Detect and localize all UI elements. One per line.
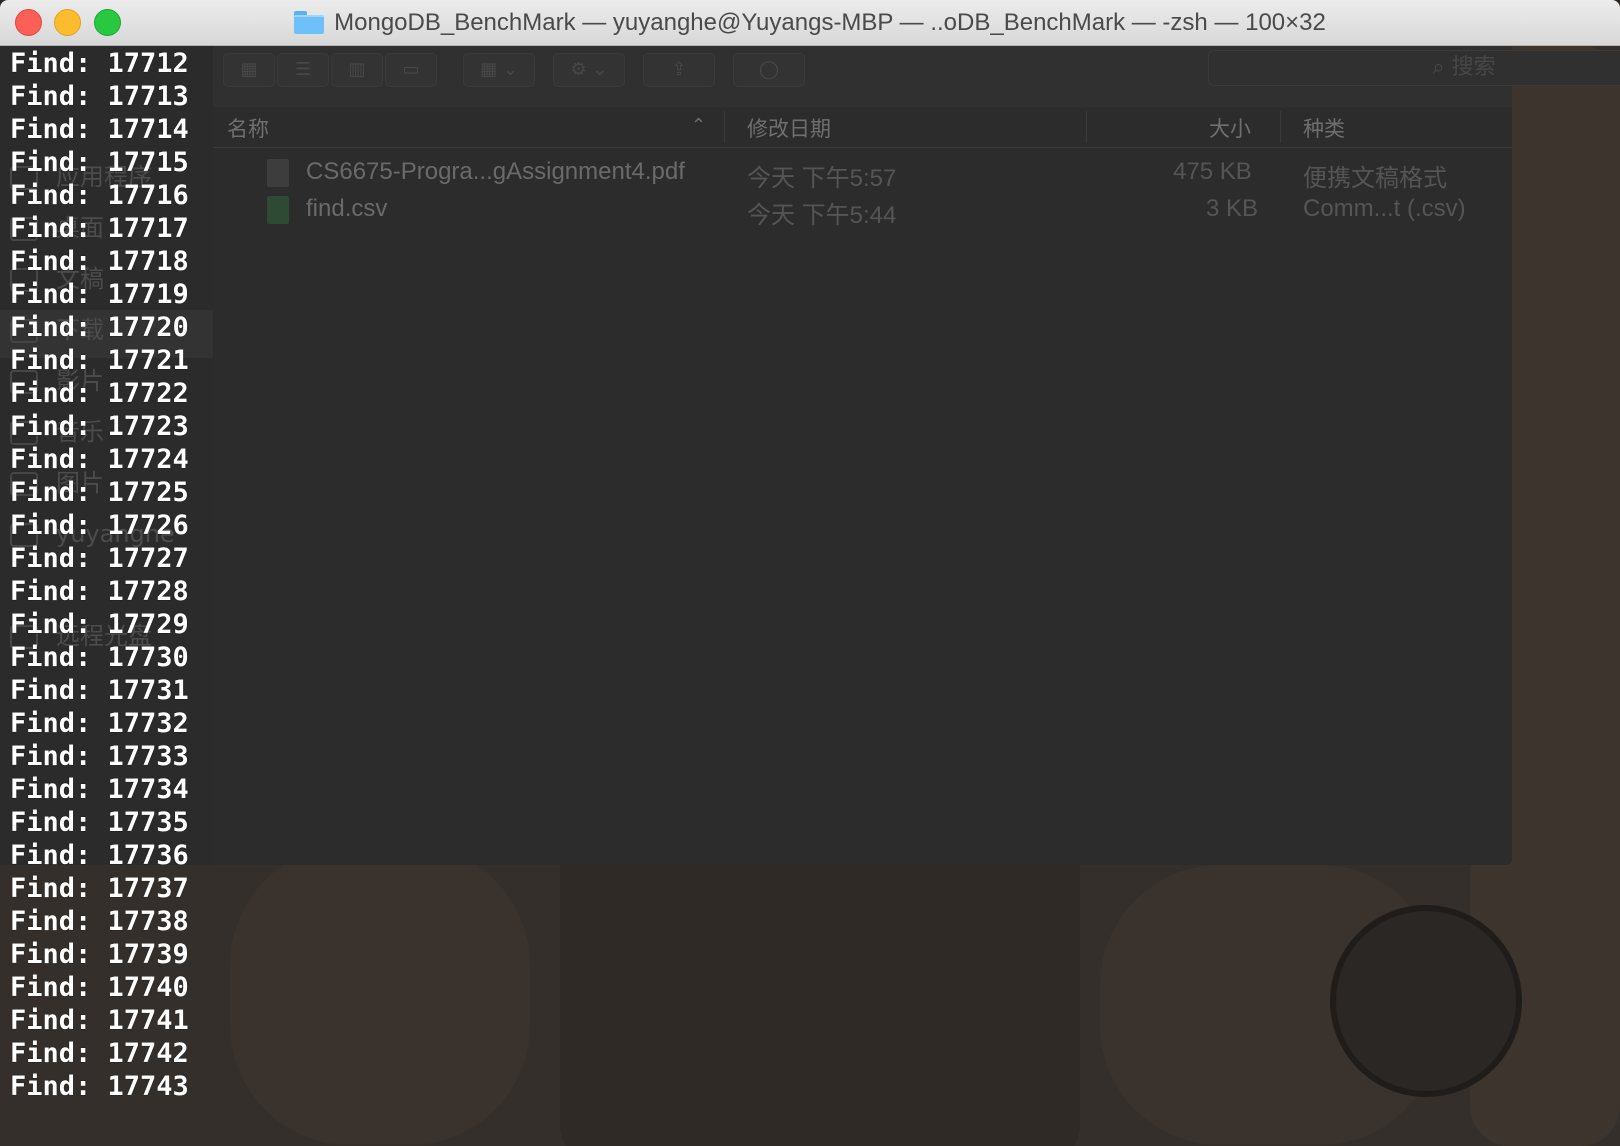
folder-icon [294,11,325,34]
terminal-line: Find: 17728 [10,576,189,607]
terminal-line: Find: 17721 [10,345,189,376]
terminal-line: Find: 17727 [10,543,189,574]
terminal-line: Find: 17723 [10,411,189,442]
terminal-line: Find: 17735 [10,807,189,838]
terminal-line: Find: 17732 [10,708,189,739]
terminal-line: Find: 17737 [10,873,189,904]
terminal-line: Find: 17742 [10,1038,189,1069]
terminal-line: Find: 17740 [10,972,189,1003]
terminal-line: Find: 17731 [10,675,189,706]
terminal-line: Find: 17717 [10,213,189,244]
title-bar[interactable]: MongoDB_BenchMark — yuyanghe@Yuyangs-MBP… [0,0,1620,46]
terminal-line: Find: 17722 [10,378,189,409]
terminal-line: Find: 17725 [10,477,189,508]
terminal-line: Find: 17734 [10,774,189,805]
terminal-line: Find: 17730 [10,642,189,673]
terminal-line: Find: 17713 [10,81,189,112]
title-area: MongoDB_BenchMark — yuyanghe@Yuyangs-MBP… [0,0,1620,45]
terminal-line: Find: 17741 [10,1005,189,1036]
terminal-line: Find: 17739 [10,939,189,970]
terminal-line: Find: 17736 [10,840,189,871]
terminal-line: Find: 17743 [10,1071,189,1102]
terminal-line: Find: 17726 [10,510,189,541]
terminal-output[interactable]: Find: 17712 Find: 17713 Find: 17714 Find: 1… [0,45,1620,1146]
terminal-line: Find: 17738 [10,906,189,937]
terminal-line: Find: 17714 [10,114,189,145]
terminal-line: Find: 17720 [10,312,189,343]
terminal-line: Find: 17724 [10,444,189,475]
terminal-line: Find: 17719 [10,279,189,310]
window-title: MongoDB_BenchMark — yuyanghe@Yuyangs-MBP… [334,8,1326,36]
terminal-line: Find: 17712 [10,48,189,79]
terminal-line: Find: 17729 [10,609,189,640]
terminal-line: Find: 17733 [10,741,189,772]
terminal-line: Find: 17716 [10,180,189,211]
terminal-line: Find: 17715 [10,147,189,178]
terminal-window: 应用程序 桌面 文稿 下载 影片 音乐 图片 yuyanghe 远程光盘 ▦ ☰… [0,0,1620,1146]
terminal-line: Find: 17718 [10,246,189,277]
